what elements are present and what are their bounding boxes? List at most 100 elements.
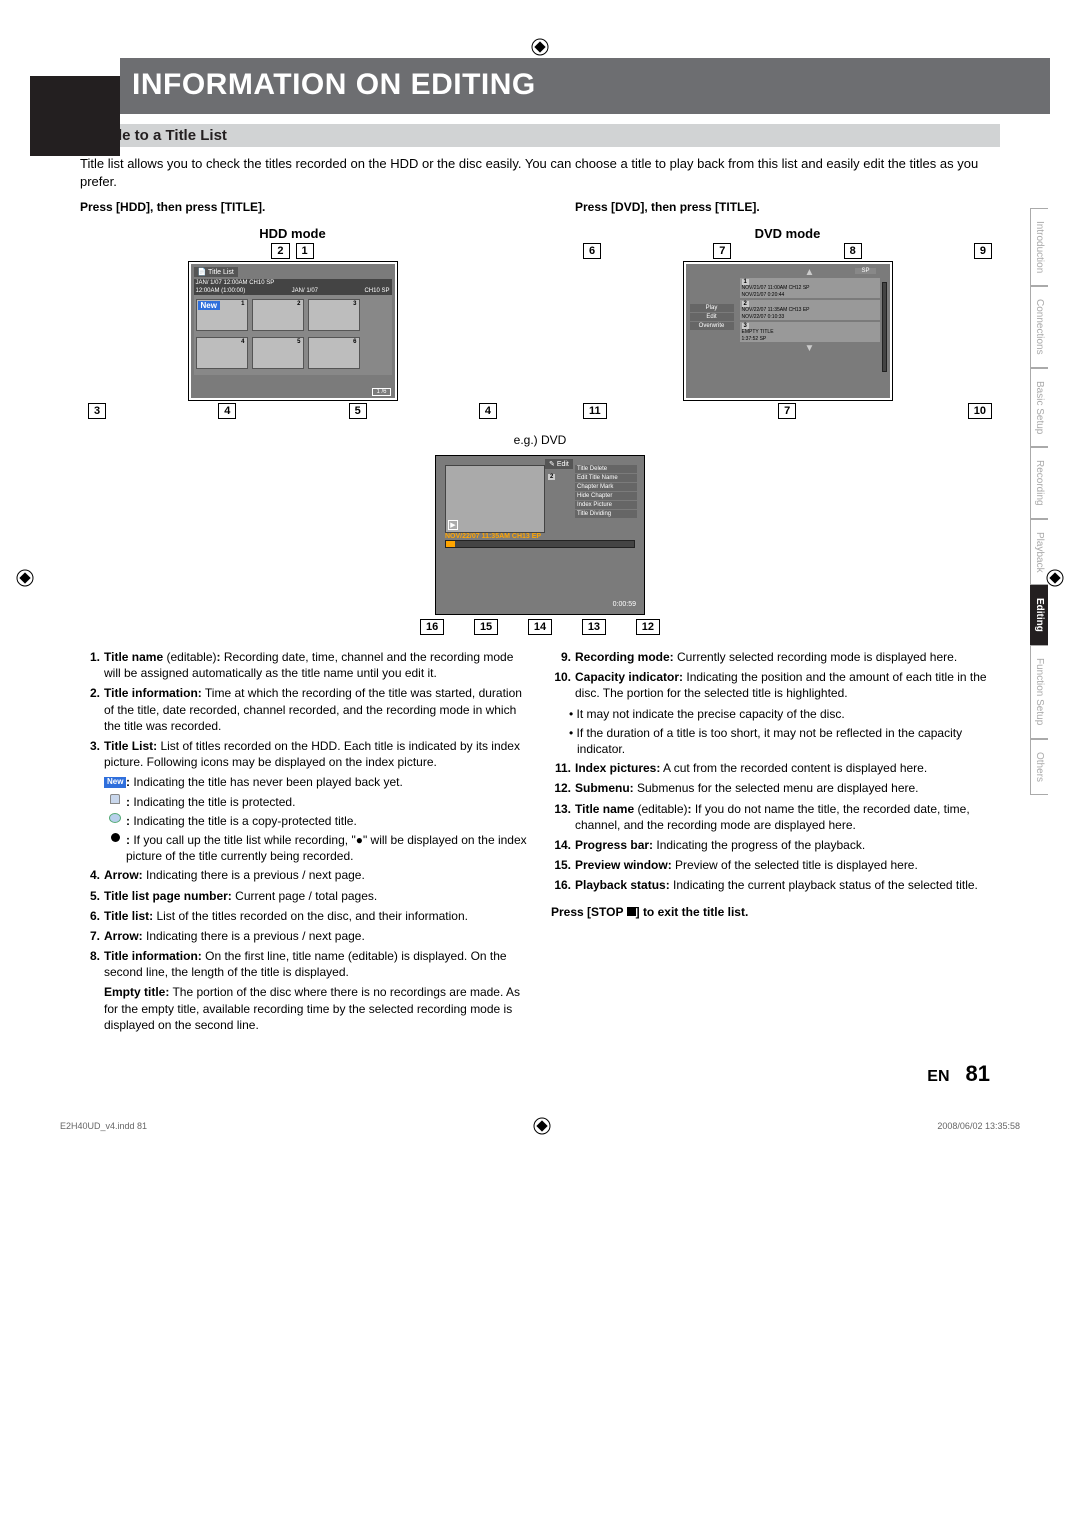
hdd-line2: 12:00AM (1:00:00) JAN/ 1/07 CH10 SP bbox=[194, 287, 392, 295]
list-item: 15.Preview window: Preview of the select… bbox=[551, 857, 1000, 873]
thumbnail: 6 bbox=[308, 337, 360, 369]
dvd-screen-diagram: ▲ SP PlayEditOverwrite 1 NOV/21/07 11:00… bbox=[683, 261, 893, 401]
crop-mark-icon bbox=[531, 38, 549, 56]
list-item: 5.Title list page number: Current page /… bbox=[80, 888, 529, 904]
hdd-line2a: 12:00AM (1:00:00) bbox=[196, 288, 246, 294]
callout-box: 2 bbox=[271, 243, 289, 259]
side-tab-basic-setup[interactable]: Basic Setup bbox=[1030, 368, 1048, 447]
list-item: Empty title: The portion of the disc whe… bbox=[80, 984, 529, 1033]
edit-header: ✎ Edit bbox=[545, 459, 573, 469]
edit-time: 0:00:59 bbox=[613, 601, 636, 608]
dvd-press-instruction: Press [DVD], then press [TITLE]. bbox=[575, 200, 1000, 214]
edit-index-num: 2 bbox=[548, 474, 555, 480]
thumbnail: 3 bbox=[308, 299, 360, 331]
dvd-menu-strip: PlayEditOverwrite bbox=[690, 304, 734, 331]
dvd-mode-label: DVD mode bbox=[575, 226, 1000, 241]
submenu-item: Title Dividing bbox=[575, 510, 637, 518]
list-item: 10.Capacity indicator: Indicating the po… bbox=[551, 669, 1000, 701]
dvd-menu-item: Edit bbox=[690, 313, 734, 321]
page-number: EN81 bbox=[30, 1061, 990, 1087]
stop-icon bbox=[627, 907, 636, 916]
sp-badge: SP bbox=[855, 268, 875, 274]
list-item: 3.Title List: List of titles recorded on… bbox=[80, 738, 529, 770]
page-title: INFORMATION ON EDITING bbox=[120, 58, 1050, 114]
eg-label: e.g.) DVD bbox=[80, 433, 1000, 447]
callout-box: 12 bbox=[636, 619, 660, 635]
side-tab-connections[interactable]: Connections bbox=[1030, 286, 1048, 368]
side-tab-editing[interactable]: Editing bbox=[1030, 585, 1048, 645]
icon-sub-item: : If you call up the title list while re… bbox=[104, 832, 529, 864]
lock-icon bbox=[110, 794, 120, 804]
thumbnail: 4 bbox=[196, 337, 248, 369]
page-count: 1 /6 bbox=[372, 388, 390, 396]
side-tab-playback[interactable]: Playback bbox=[1030, 519, 1048, 586]
list-item: 13.Title name (editable): If you do not … bbox=[551, 801, 1000, 833]
edit-header-text: Edit bbox=[557, 461, 569, 468]
arrow-down-icon: ▼ bbox=[740, 344, 880, 354]
footer-left: E2H40UD_v4.indd 81 bbox=[60, 1121, 147, 1131]
list-item: 2.Title information: Time at which the r… bbox=[80, 685, 529, 734]
play-icon: ▶ bbox=[448, 520, 458, 530]
callout-box: 4 bbox=[218, 403, 236, 419]
callout-box: 8 bbox=[844, 243, 862, 259]
icon-sub-item: New: Indicating the title has never been… bbox=[104, 774, 529, 790]
callout-box: 13 bbox=[582, 619, 606, 635]
callout-box: 7 bbox=[713, 243, 731, 259]
dvd-menu-item: Play bbox=[690, 304, 734, 312]
side-tab-others[interactable]: Others bbox=[1030, 739, 1048, 795]
hdd-line1: JAN/ 1/07 12:00AM CH10 SP bbox=[194, 279, 392, 287]
hdd-mode-label: HDD mode bbox=[80, 226, 505, 241]
bullet-item: • If the duration of a title is too shor… bbox=[577, 725, 1000, 757]
side-tabs: IntroductionConnectionsBasic SetupRecord… bbox=[1030, 208, 1056, 795]
side-tab-function-setup[interactable]: Function Setup bbox=[1030, 645, 1048, 738]
submenu-item: Hide Chapter bbox=[575, 492, 637, 500]
list-item: 8.Title information: On the first line, … bbox=[80, 948, 529, 980]
list-item: 9.Recording mode: Currently selected rec… bbox=[551, 649, 1000, 665]
copy-protect-icon bbox=[109, 813, 121, 823]
list-column-right: 9.Recording mode: Currently selected rec… bbox=[551, 649, 1000, 1037]
dvd-title-row: 1 NOV/21/07 11:00AM CH12 SPNOV/21/07 0:2… bbox=[740, 278, 880, 298]
thumbnail: 5 bbox=[252, 337, 304, 369]
list-item: 1.Title name (editable): Recording date,… bbox=[80, 649, 529, 681]
callout-box: 11 bbox=[583, 403, 607, 419]
callout-box: 6 bbox=[583, 243, 601, 259]
crop-mark-icon bbox=[533, 1117, 551, 1135]
footer: E2H40UD_v4.indd 81 2008/06/02 13:35:58 bbox=[30, 1117, 1050, 1135]
exit-instruction: Press [STOP ] to exit the title list. bbox=[551, 904, 1000, 920]
list-item: 4.Arrow: Indicating there is a previous … bbox=[80, 867, 529, 883]
row1a: NOV/21/07 11:00AM CH12 SP bbox=[742, 285, 878, 292]
page-lang: EN bbox=[927, 1068, 949, 1085]
submenu-item: Title Delete bbox=[575, 465, 637, 473]
side-tab-recording[interactable]: Recording bbox=[1030, 447, 1048, 519]
thumbnail: New1 bbox=[196, 299, 248, 331]
exit-b: ] to exit the title list. bbox=[636, 905, 749, 919]
submenu-item: Edit Title Name bbox=[575, 474, 637, 482]
callout-box: 1 bbox=[296, 243, 314, 259]
empty-title-term: Empty title: bbox=[104, 985, 169, 999]
list-item: 11.Index pictures: A cut from the record… bbox=[551, 760, 1000, 776]
list-column-left: 1.Title name (editable): Recording date,… bbox=[80, 649, 529, 1037]
icon-sub-item: : Indicating the title is protected. bbox=[104, 794, 529, 810]
exit-a: Press [STOP bbox=[551, 905, 627, 919]
list-item: 6.Title list: List of the titles recorde… bbox=[80, 908, 529, 924]
title-list-header: 📄 Title List bbox=[194, 267, 238, 277]
corner-block bbox=[30, 76, 120, 156]
list-item: 16.Playback status: Indicating the curre… bbox=[551, 877, 1000, 893]
dvd-title-row: 3 EMPTY TITLE1:37:52 SP bbox=[740, 322, 880, 342]
progress-bar bbox=[445, 540, 635, 548]
side-tab-introduction[interactable]: Introduction bbox=[1030, 208, 1048, 286]
edit-screen-diagram: ✎ Edit ▶ 2 Title DeleteEdit Title NameCh… bbox=[435, 455, 645, 615]
section-header: Guide to a Title List bbox=[80, 124, 1000, 147]
edit-title-info: NOV/22/07 11:35AM CH13 EP bbox=[445, 533, 635, 540]
row1b: NOV/21/07 0:20:44 bbox=[742, 292, 878, 299]
record-icon bbox=[111, 833, 120, 842]
callout-box: 3 bbox=[88, 403, 106, 419]
list-item: 14.Progress bar: Indicating the progress… bbox=[551, 837, 1000, 853]
row3a: EMPTY TITLE bbox=[742, 329, 878, 336]
edit-submenu: Title DeleteEdit Title NameChapter MarkH… bbox=[575, 465, 637, 519]
submenu-item: Chapter Mark bbox=[575, 483, 637, 491]
callout-box: 15 bbox=[474, 619, 498, 635]
dvd-title-row: 2 NOV/22/07 11:35AM CH13 EPNOV/22/07 0:1… bbox=[740, 300, 880, 320]
title-list-header-text: Title List bbox=[208, 269, 234, 276]
icon-sub-item: : Indicating the title is a copy-protect… bbox=[104, 813, 529, 829]
